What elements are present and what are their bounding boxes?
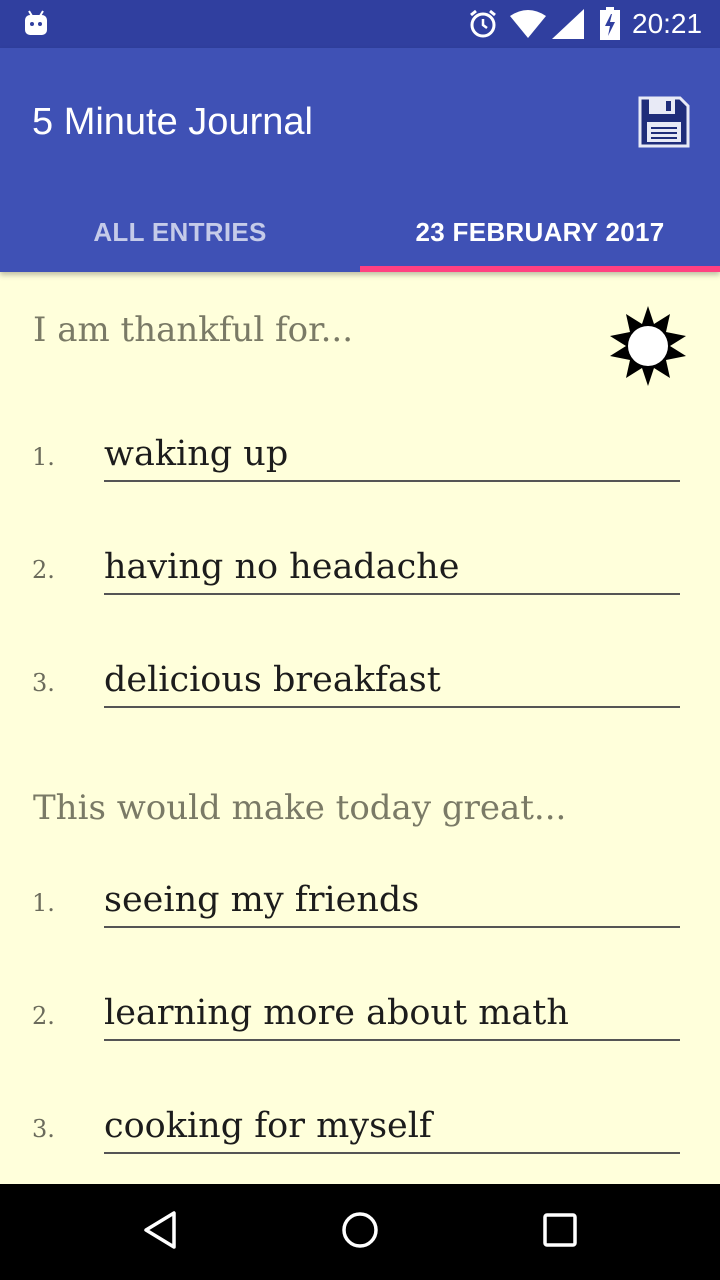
save-button[interactable] — [634, 92, 694, 152]
thankful-item-number: 3. — [32, 669, 55, 697]
app-bar: 5 Minute Journal ALL ENTRIES 23 FEBRUARY… — [0, 48, 720, 272]
navigation-bar — [0, 1184, 720, 1280]
sun-icon[interactable] — [608, 306, 688, 386]
thankful-item-number: 1. — [32, 443, 55, 471]
journal-content: I am thankful for... 1. waking up 2. hav… — [0, 272, 720, 1184]
thankful-entry-field[interactable]: delicious breakfast — [104, 660, 680, 708]
thankful-entry-field[interactable]: having no headache — [104, 547, 680, 595]
great-item-number: 2. — [32, 1002, 55, 1030]
back-icon[interactable] — [142, 1210, 178, 1250]
signal-icon — [552, 9, 584, 39]
great-entry-field[interactable]: seeing my friends — [104, 880, 680, 928]
great-item-number: 3. — [32, 1115, 55, 1143]
great-entry-field[interactable]: learning more about math — [104, 993, 680, 1041]
status-bar: 20:21 — [0, 0, 720, 48]
status-clock: 20:21 — [632, 8, 703, 39]
wifi-icon — [510, 10, 546, 38]
alarm-icon — [470, 9, 496, 38]
great-entry-field[interactable]: cooking for myself — [104, 1106, 680, 1154]
great-heading: This would make today great... — [33, 788, 567, 828]
thankful-item-number: 2. — [32, 556, 55, 584]
app-title: 5 Minute Journal — [32, 101, 313, 143]
home-icon[interactable] — [340, 1210, 380, 1250]
recents-icon[interactable] — [542, 1210, 578, 1250]
thankful-heading: I am thankful for... — [33, 310, 354, 350]
tab-all-entries[interactable]: ALL ENTRIES — [0, 192, 360, 272]
tab-current-date[interactable]: 23 FEBRUARY 2017 — [360, 192, 720, 272]
tab-bar: ALL ENTRIES 23 FEBRUARY 2017 — [0, 192, 720, 272]
great-item-number: 1. — [32, 889, 55, 917]
android-icon — [25, 10, 47, 35]
thankful-entry-field[interactable]: waking up — [104, 434, 680, 482]
battery-charging-icon — [600, 7, 620, 40]
save-icon — [638, 96, 690, 148]
